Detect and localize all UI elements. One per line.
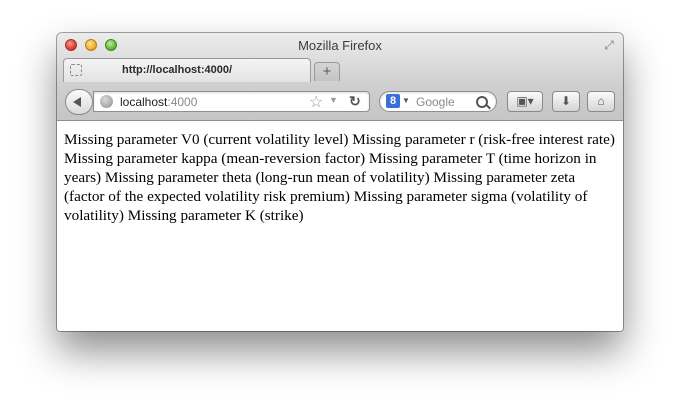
window-title: Mozilla Firefox [298, 38, 382, 53]
home-button[interactable]: ⌂ [587, 91, 615, 112]
reload-icon[interactable]: ↻ [349, 93, 361, 110]
error-message-text: Missing parameter V0 (current volatility… [64, 131, 615, 224]
download-arrow-icon: ⬇ [560, 94, 572, 108]
url-bar[interactable]: localhost:4000 ☆ ▼ ↻ [93, 91, 370, 112]
bookmarks-icon: ▣▾ [516, 94, 534, 108]
globe-icon [100, 95, 113, 108]
url-port: :4000 [167, 95, 198, 109]
search-box[interactable]: 8 ▼ Google [379, 91, 497, 112]
back-button[interactable] [65, 89, 93, 115]
downloads-button[interactable]: ⬇ [552, 91, 580, 112]
history-dropdown-icon[interactable]: ▼ [329, 95, 338, 105]
url-host: localhost [120, 95, 168, 109]
tab-active[interactable]: http://localhost:4000/ [63, 58, 311, 82]
google-icon[interactable]: 8 [386, 94, 400, 108]
browser-chrome: Mozilla Firefox ⤢ http://localhost:4000/… [57, 33, 623, 121]
new-tab-button[interactable]: + [314, 62, 340, 81]
navigation-toolbar: localhost:4000 ☆ ▼ ↻ 8 ▼ Google ▣▾ ⬇ ⌂ [57, 82, 623, 120]
page-content: Missing parameter V0 (current volatility… [57, 121, 623, 331]
search-icon[interactable] [476, 96, 488, 108]
bookmark-star-icon[interactable]: ☆ [309, 92, 323, 112]
url-text[interactable]: localhost:4000 [120, 95, 197, 109]
tab-title: http://localhost:4000/ [122, 64, 233, 76]
favicon-placeholder-icon [70, 64, 82, 76]
home-icon: ⌂ [597, 94, 605, 108]
search-engine-dropdown-icon[interactable]: ▼ [402, 96, 410, 105]
bookmarks-button[interactable]: ▣▾ [507, 91, 543, 112]
fullscreen-arrows-icon[interactable]: ⤢ [602, 38, 616, 52]
title-bar: Mozilla Firefox ⤢ [57, 33, 623, 57]
search-placeholder: Google [416, 95, 455, 109]
browser-window: Mozilla Firefox ⤢ http://localhost:4000/… [57, 33, 623, 331]
